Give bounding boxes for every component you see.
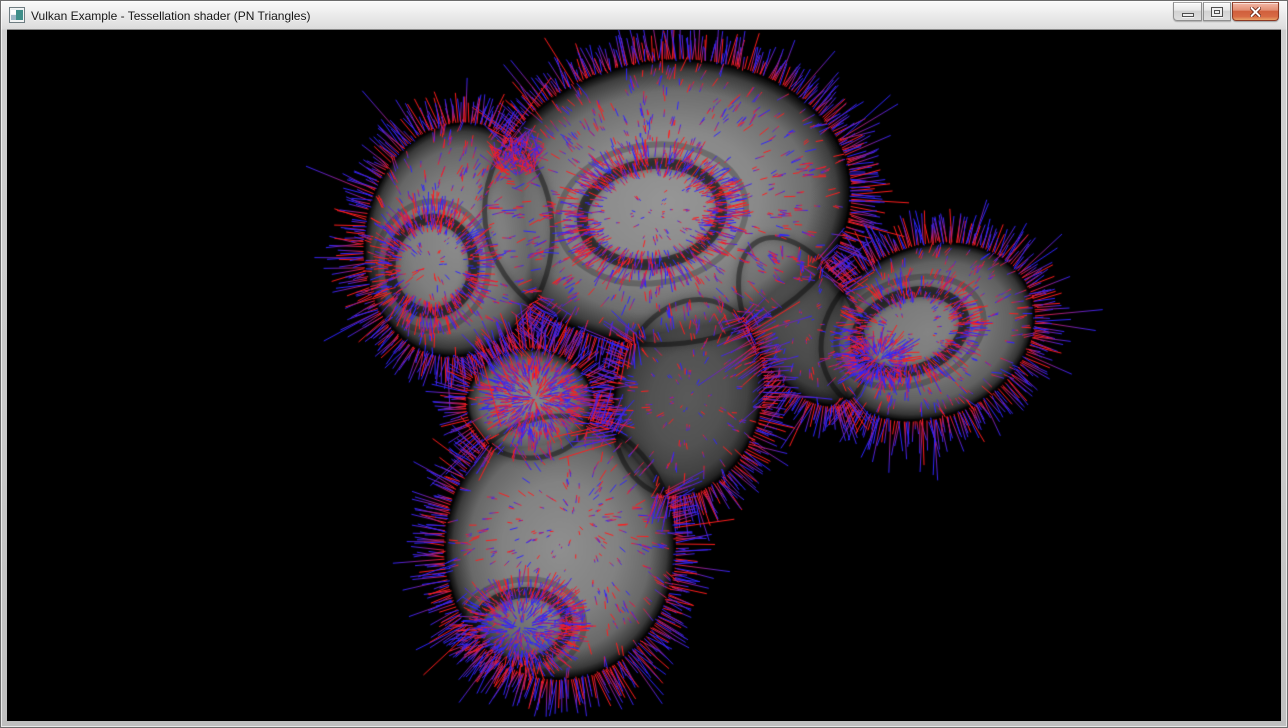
window-controls <box>1173 2 1279 21</box>
minimize-icon <box>1182 13 1194 17</box>
maximize-button[interactable] <box>1203 2 1231 21</box>
title-bar[interactable]: Vulkan Example - Tessellation shader (PN… <box>0 0 1288 30</box>
maximize-icon <box>1211 7 1223 17</box>
app-window: Vulkan Example - Tessellation shader (PN… <box>0 0 1288 728</box>
render-viewport-canvas[interactable] <box>7 30 1281 721</box>
close-icon <box>1250 7 1261 17</box>
window-title: Vulkan Example - Tessellation shader (PN… <box>31 8 310 23</box>
app-icon[interactable] <box>9 7 25 23</box>
minimize-button[interactable] <box>1173 2 1202 21</box>
application-icon <box>9 7 25 23</box>
close-button[interactable] <box>1232 2 1279 21</box>
